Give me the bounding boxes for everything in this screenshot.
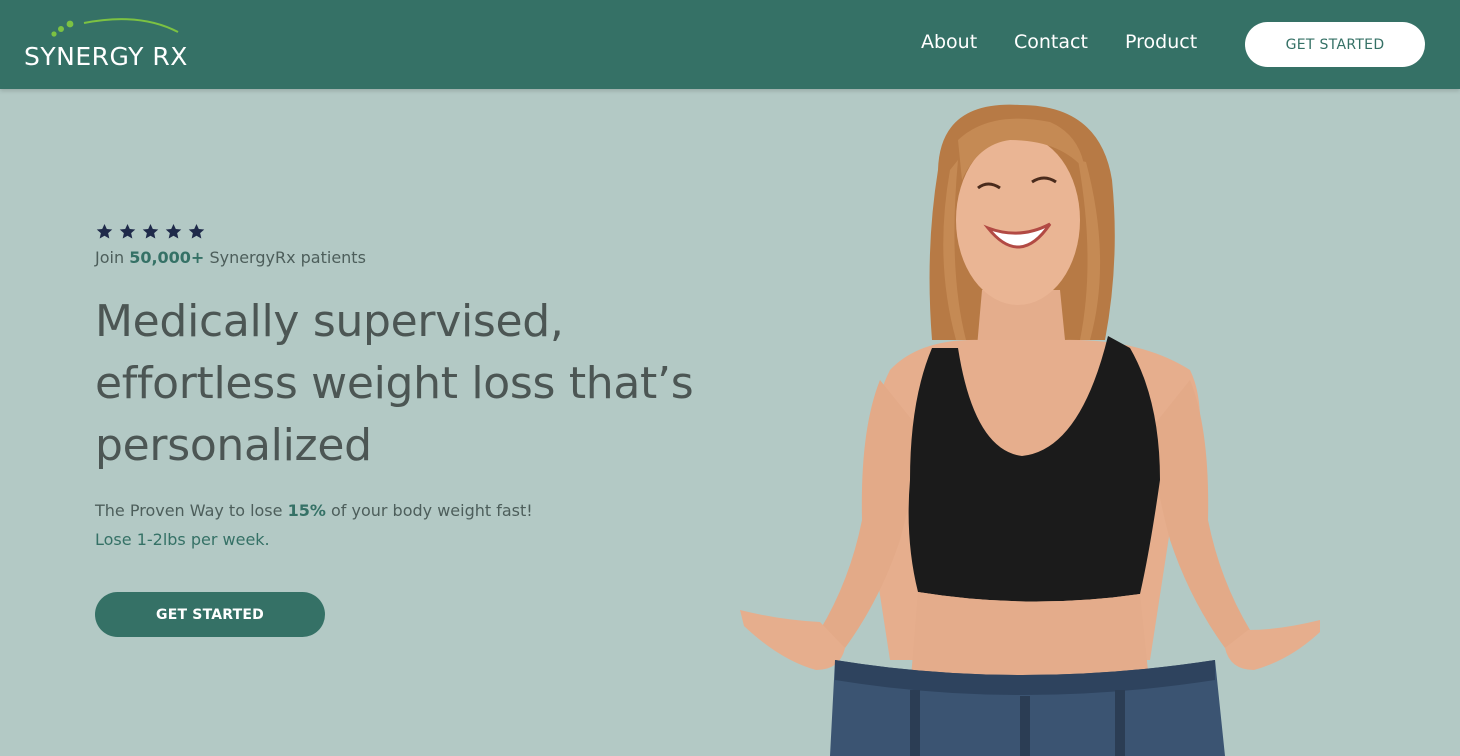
star-icon: [142, 223, 159, 239]
nav-product-link[interactable]: Product: [1125, 31, 1197, 53]
logo[interactable]: SYNERGY RX: [24, 14, 224, 74]
star-icon: [188, 223, 205, 239]
headline-line-1: Medically supervised,: [95, 296, 564, 347]
nav-contact-link[interactable]: Contact: [1014, 31, 1088, 53]
hero-subtext: The Proven Way to lose 15% of your body …: [95, 501, 775, 520]
sub-percent: 15%: [287, 501, 326, 520]
hero-section: Join 50,000+ SynergyRx patients Medicall…: [95, 222, 775, 549]
nav-about-link[interactable]: About: [921, 31, 977, 53]
sub-prefix: The Proven Way to lose: [95, 501, 283, 520]
star-icon: [119, 223, 136, 239]
sub-suffix: of your body weight fast!: [330, 501, 533, 520]
hero-headline: Medically supervised, effortless weight …: [95, 291, 775, 477]
logo-swoosh-icon: [51, 18, 179, 37]
headline-line-2: effortless weight loss that’s: [95, 358, 694, 409]
logo-text: SYNERGY RX: [24, 42, 188, 71]
join-suffix: SynergyRx patients: [209, 248, 366, 267]
hero-woman-photo: [740, 104, 1320, 756]
patient-count: 50,000+: [129, 248, 205, 267]
star-icon: [96, 223, 113, 239]
hero-highlight-text: Lose 1-2lbs per week.: [95, 530, 270, 549]
rating-stars: [95, 222, 775, 242]
join-patients-text: Join 50,000+ SynergyRx patients: [95, 248, 775, 267]
hero-get-started-button[interactable]: GET STARTED: [95, 592, 325, 637]
headline-line-3: personalized: [95, 420, 372, 471]
join-prefix: Join: [95, 248, 125, 267]
star-icon: [165, 223, 182, 239]
site-header: SYNERGY RX About Contact Product GET STA…: [0, 0, 1460, 89]
header-get-started-button[interactable]: GET STARTED: [1245, 22, 1425, 67]
